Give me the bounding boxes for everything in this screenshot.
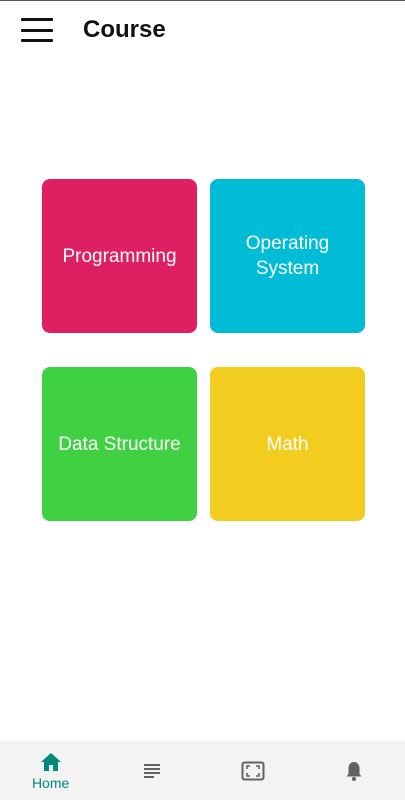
nav-item-home[interactable]: Home [0,741,101,800]
course-tile-programming[interactable]: Programming [42,179,197,333]
nav-item-notes[interactable] [101,741,202,800]
home-icon [39,750,63,774]
bottom-navigation: Home [0,741,405,800]
nav-item-fullscreen[interactable] [203,741,304,800]
app-root: Course Programming Operating System Data… [0,0,405,800]
page-title: Course [83,16,166,43]
course-grid: Programming Operating System Data Struct… [42,179,365,521]
notes-icon [140,759,164,783]
app-bar: Course [0,1,405,59]
course-tile-data-structure[interactable]: Data Structure [42,367,197,521]
course-tile-operating-system[interactable]: Operating System [210,179,365,333]
fullscreen-icon [241,759,265,783]
nav-item-notifications[interactable] [304,741,405,800]
course-tile-math[interactable]: Math [210,367,365,521]
bell-icon [342,759,366,783]
hamburger-menu-icon[interactable] [21,18,53,42]
nav-label-home: Home [31,775,70,791]
